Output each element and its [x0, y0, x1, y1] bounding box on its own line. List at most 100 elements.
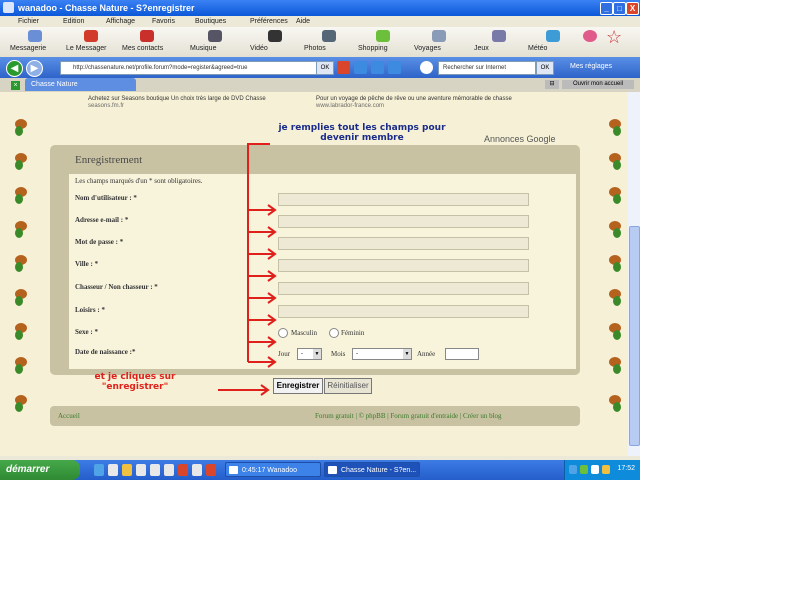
close-button[interactable]: X: [626, 2, 639, 15]
quicklaunch-icon[interactable]: [108, 464, 118, 476]
sex-female-radio[interactable]: [329, 328, 339, 338]
tab-close-icon[interactable]: ×: [11, 81, 20, 90]
register-button[interactable]: Enregistrer: [273, 378, 323, 394]
toolbar-shopping[interactable]: Shopping: [358, 29, 410, 55]
task-chasse-nature[interactable]: Chasse Nature - S?en...: [324, 462, 420, 477]
leaf-icon: [15, 221, 27, 238]
home-icon[interactable]: [371, 61, 384, 74]
scrollbar-thumb[interactable]: [629, 226, 640, 446]
year-input[interactable]: [445, 348, 479, 360]
task-wanadoo[interactable]: 0:45:17 Wanadoo: [225, 462, 321, 477]
password-input[interactable]: [278, 237, 529, 250]
games-icon: [492, 30, 506, 42]
label-sex: Sexe : *: [75, 328, 98, 336]
tray-icon[interactable]: [569, 465, 577, 474]
ad-right[interactable]: Pour un voyage de pêche de rêve ou une a…: [316, 96, 546, 110]
reset-button[interactable]: Réinitialiser: [324, 378, 372, 394]
username-input[interactable]: [278, 193, 529, 206]
menu-aide[interactable]: Aide: [296, 18, 310, 25]
open-home-button[interactable]: Ouvrir mon accueil: [562, 80, 634, 89]
contacts-icon: [140, 30, 154, 42]
menu-fichier[interactable]: Fichier: [18, 18, 39, 25]
favorites-icon[interactable]: [388, 61, 401, 74]
menu-bar: Fichier Edition Affichage Favoris Boutiq…: [0, 16, 640, 27]
quicklaunch-icon[interactable]: [122, 464, 132, 476]
search-go-button[interactable]: OK: [536, 61, 554, 75]
tray-icon[interactable]: [580, 465, 588, 474]
tab-bar: × Chasse Nature ⊟ Ouvrir mon accueil: [0, 78, 640, 93]
hobbies-input[interactable]: [278, 305, 529, 318]
label-hobbies: Loisirs : *: [75, 306, 105, 314]
toolbar-messagerie[interactable]: Messagerie: [10, 29, 62, 55]
menu-boutiques[interactable]: Boutiques: [195, 18, 226, 25]
minimize-button[interactable]: _: [600, 2, 613, 15]
footer-links[interactable]: Forum gratuit | © phpBB | Forum gratuit …: [315, 412, 502, 420]
tray-icon[interactable]: [591, 465, 599, 474]
day-select[interactable]: - ▼: [297, 348, 322, 360]
city-input[interactable]: [278, 259, 529, 272]
menu-favoris[interactable]: Favoris: [152, 18, 175, 25]
leaf-icon: [609, 395, 621, 412]
leaf-icon: [15, 187, 27, 204]
home-link[interactable]: Accueil: [58, 412, 80, 420]
month-select[interactable]: - ▼: [352, 348, 412, 360]
quicklaunch-icon[interactable]: [164, 464, 174, 476]
google-ads: Achetez sur Seasons boutique Un choix tr…: [88, 96, 568, 126]
tab-chasse-nature[interactable]: Chasse Nature: [25, 78, 136, 91]
quicklaunch-icon[interactable]: [136, 464, 146, 476]
hunter-input[interactable]: [278, 282, 529, 295]
leaf-icon: [609, 119, 621, 136]
quicklaunch-icon[interactable]: [192, 464, 202, 476]
menu-affichage[interactable]: Affichage: [106, 18, 135, 25]
tray-icon[interactable]: [602, 465, 610, 474]
quicklaunch-icon[interactable]: [94, 464, 104, 476]
quicklaunch-icon[interactable]: [178, 464, 188, 476]
video-icon: [268, 30, 282, 42]
camera-icon: [322, 30, 336, 42]
google-ads-label[interactable]: Annonces Google: [484, 134, 556, 144]
sex-male-radio[interactable]: [278, 328, 288, 338]
leaf-icon: [15, 395, 27, 412]
settings-link[interactable]: Mes réglages: [570, 63, 612, 70]
start-button[interactable]: démarrer: [0, 460, 80, 480]
ad-left[interactable]: Achetez sur Seasons boutique Un choix tr…: [88, 96, 318, 110]
leaf-icon: [609, 357, 621, 374]
search-input[interactable]: Rechercher sur Internet: [438, 61, 536, 75]
leaf-icon: [15, 255, 27, 272]
back-button[interactable]: ◀: [6, 60, 23, 77]
required-note: Les champs marqués d'un * sont obligatoi…: [75, 177, 203, 185]
leaf-icon: [15, 323, 27, 340]
go-button[interactable]: OK: [316, 61, 334, 75]
ie-icon: [3, 2, 14, 13]
window-title: wanadoo - Chasse Nature - S?enregistrer: [18, 3, 195, 13]
toolbar-photos[interactable]: Photos: [304, 29, 356, 55]
toolbar-jeux[interactable]: Jeux: [474, 29, 526, 55]
toolbar-extra[interactable]: [583, 29, 599, 55]
vertical-scrollbar[interactable]: [628, 92, 640, 456]
toolbar-musique[interactable]: Musique: [190, 29, 242, 55]
taskbar: démarrer 0:45:17 Wanadoo Chasse Nature -…: [0, 460, 640, 480]
toolbar-contacts[interactable]: Mes contacts: [122, 29, 174, 55]
quicklaunch-icon[interactable]: [150, 464, 160, 476]
mail-icon: [28, 30, 42, 42]
toolbar-meteo[interactable]: Météo: [528, 29, 580, 55]
menu-edition[interactable]: Edition: [63, 18, 84, 25]
tab-list-icon[interactable]: ⊟: [545, 80, 559, 89]
stop-icon[interactable]: [337, 61, 350, 74]
url-input[interactable]: http://chassenature.net/profile.forum?mo…: [60, 61, 324, 75]
toolbar-star[interactable]: ☆: [604, 28, 634, 55]
quicklaunch-icon[interactable]: [206, 464, 216, 476]
forward-button[interactable]: ▶: [26, 60, 43, 77]
refresh-icon[interactable]: [354, 61, 367, 74]
toolbar-messager[interactable]: Le Messager: [66, 29, 118, 55]
label-password: Mot de passe : *: [75, 238, 124, 246]
search-engine-icon[interactable]: [420, 61, 433, 74]
toolbar-video[interactable]: Vidéo: [250, 29, 302, 55]
email-input[interactable]: [278, 215, 529, 228]
toolbar-voyages[interactable]: Voyages: [414, 29, 466, 55]
plane-icon: [432, 30, 446, 42]
maximize-button[interactable]: □: [613, 2, 626, 15]
messenger-icon: [84, 30, 98, 42]
label-username: Nom d'utilisateur : *: [75, 194, 137, 202]
menu-preferences[interactable]: Préférences: [250, 18, 288, 25]
